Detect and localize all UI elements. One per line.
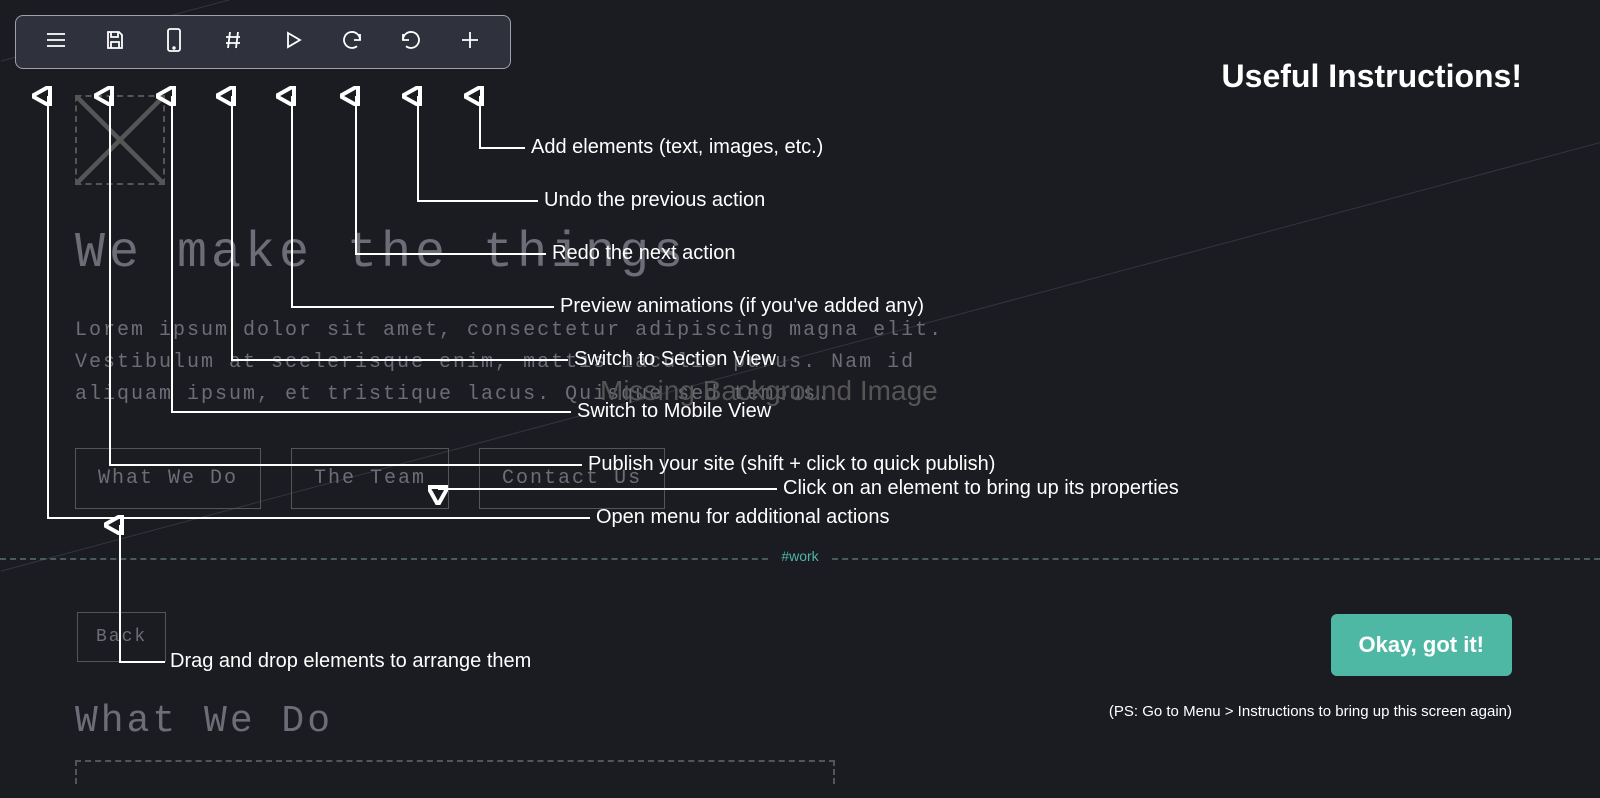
mobile-view-button[interactable] xyxy=(153,21,195,63)
main-toolbar xyxy=(15,15,511,69)
redo-button[interactable] xyxy=(331,21,373,63)
publish-button[interactable] xyxy=(94,21,136,63)
instruction-preview: Preview animations (if you've added any) xyxy=(560,295,924,318)
menu-button[interactable] xyxy=(35,21,77,63)
instruction-publish: Publish your site (shift + click to quic… xyxy=(588,453,995,476)
instruction-add: Add elements (text, images, etc.) xyxy=(531,136,823,159)
menu-icon xyxy=(44,28,68,57)
nav-button[interactable]: What We Do xyxy=(75,448,261,509)
section-anchor-badge[interactable]: #work xyxy=(769,548,830,564)
instruction-undo: Undo the previous action xyxy=(544,189,765,212)
instructions-ps-note: (PS: Go to Menu > Instructions to bring … xyxy=(1109,703,1512,720)
instruction-sections: Switch to Section View xyxy=(574,348,776,371)
mobile-icon xyxy=(163,27,185,58)
back-button[interactable]: Back xyxy=(77,612,166,662)
section-divider xyxy=(0,558,1600,560)
undo-button[interactable] xyxy=(390,21,432,63)
section-title[interactable]: What We Do xyxy=(75,700,333,743)
instruction-redo: Redo the next action xyxy=(552,242,735,265)
instruction-arrows xyxy=(0,0,1600,798)
hero-nav-buttons: What We Do The Team Contact Us xyxy=(75,448,665,509)
add-element-button[interactable] xyxy=(449,21,491,63)
ok-got-it-button[interactable]: Okay, got it! xyxy=(1331,614,1513,676)
preview-button[interactable] xyxy=(272,21,314,63)
image-placeholder[interactable] xyxy=(75,95,165,185)
plus-icon xyxy=(458,28,482,57)
instruction-drag: Drag and drop elements to arrange them xyxy=(170,650,531,673)
nav-button[interactable]: The Team xyxy=(291,448,449,509)
editor-canvas: We make the things Lorem ipsum dolor sit… xyxy=(0,0,1600,798)
play-icon xyxy=(281,28,305,57)
hero-paragraph[interactable]: Lorem ipsum dolor sit amet, consectetur … xyxy=(75,315,943,411)
instruction-click: Click on an element to bring up its prop… xyxy=(783,477,1179,500)
instructions-title: Useful Instructions! xyxy=(1222,58,1522,95)
section-view-button[interactable] xyxy=(212,21,254,63)
undo-icon xyxy=(399,28,423,57)
hash-icon xyxy=(221,28,245,57)
redo-icon xyxy=(340,28,364,57)
instruction-menu: Open menu for additional actions xyxy=(596,506,890,529)
instruction-mobile: Switch to Mobile View xyxy=(577,400,771,423)
save-icon xyxy=(103,28,127,57)
image-placeholder[interactable] xyxy=(75,760,835,784)
